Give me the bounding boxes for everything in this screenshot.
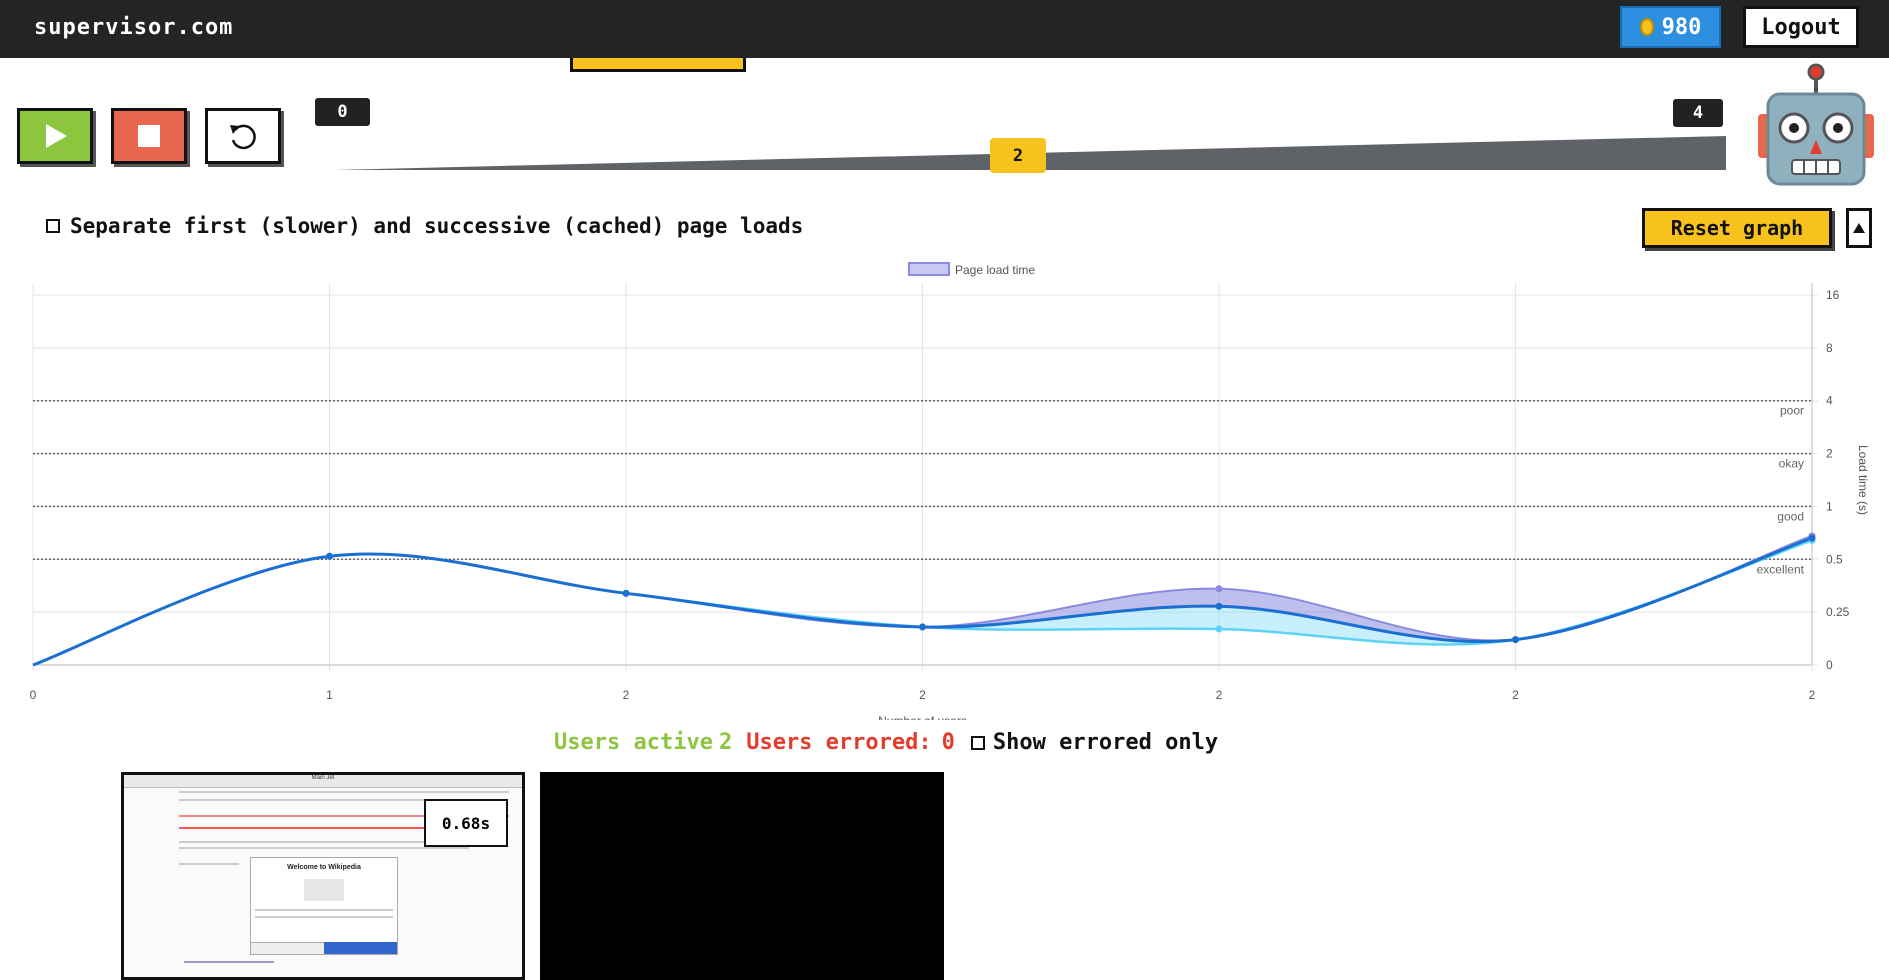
separate-loads-label: Separate first (slower) and successive (… [70,214,804,238]
threshold-label: poor [1780,404,1804,418]
x-tick-label: 2 [1216,688,1223,702]
separate-loads-option[interactable]: Separate first (slower) and successive (… [46,214,803,238]
load-timing: 0.68s [424,799,508,847]
y-tick-label: 8 [1826,341,1833,355]
reset-icon [230,124,256,150]
threshold-label: okay [1779,457,1804,471]
x-tick-label: 0 [30,688,37,702]
collapse-button[interactable] [1846,208,1872,248]
y-tick-label: 0.25 [1826,605,1850,619]
slider-max-label: 4 [1673,99,1723,127]
play-button[interactable] [17,108,93,164]
y-tick-label: 4 [1826,394,1833,408]
legend-swatch [908,262,950,276]
x-tick-label: 2 [1512,688,1519,702]
users-errored-count: 0 [941,730,955,755]
x-tick-label: 2 [919,688,926,702]
top-bar: supervisor.com 980 Logout [0,0,1889,58]
stop-button[interactable] [111,108,187,164]
show-errored-option[interactable]: Show errored only [970,730,1219,755]
users-active-count: 2 [718,730,733,755]
y-tick-label: 1 [1826,499,1833,513]
reset-graph-button[interactable]: Reset graph [1642,208,1832,248]
load-time-chart: 0 1 2 2 2 2 2 0 0.25 0.5 1 2 4 8 16 excellent good okay po… [30,262,1870,720]
users-errored-label: Users errored: [746,730,932,755]
y-tick-label: 0.5 [1826,552,1843,566]
y-tick-label: 2 [1826,447,1833,461]
users-active-label: Users active [554,730,713,755]
threshold-label: good [1777,509,1804,523]
data-point [1215,625,1223,633]
triangle-up-icon [1853,223,1865,233]
coin-icon [1639,18,1654,36]
show-errored-checkbox[interactable] [970,735,985,750]
data-point [1512,636,1519,644]
data-point [1215,602,1223,610]
y-axis-label: Load time (s) [1856,445,1870,515]
data-point [326,552,333,560]
legend-label: Page load time [955,263,1035,277]
x-tick-label: 1 [326,688,333,702]
hidden-panel-tab[interactable] [570,58,746,72]
coin-count: 980 [1661,14,1702,40]
thumbnail-title: Main Jet [124,775,522,788]
y-tick-label: 0 [1826,658,1833,672]
user-screen-thumbnail-blank[interactable] [540,772,944,980]
data-point [622,589,630,597]
y-tick-label: 16 [1826,288,1840,302]
show-errored-label: Show errored only [992,730,1219,755]
reset-button[interactable] [205,108,281,164]
slider-min-label: 0 [315,98,370,126]
user-screen-thumbnail[interactable]: Main Jet 0.68s Welcome to Wikipedia [121,772,525,980]
coin-balance[interactable]: 980 [1620,6,1721,48]
user-stats: Users active 2 Users errored: 0 Show err… [554,730,1218,755]
x-axis-label: Number of users [878,714,967,720]
separate-loads-checkbox[interactable] [46,219,60,233]
threshold-label: excellent [1757,562,1805,576]
x-tick-label: 2 [623,688,630,702]
robot-icon[interactable] [1752,62,1880,186]
data-point [1808,534,1816,542]
brand-name[interactable]: supervisor.com [34,15,233,40]
wiki-welcome-modal: Welcome to Wikipedia [250,857,398,955]
wiki-modal-title: Welcome to Wikipedia [287,864,361,871]
play-icon [46,124,67,148]
data-point [919,623,926,631]
slider-thumb[interactable]: 2 [990,138,1046,173]
stop-icon [138,125,160,147]
data-point [1215,585,1223,593]
logout-button[interactable]: Logout [1743,6,1859,48]
x-tick-label: 2 [1809,688,1816,702]
